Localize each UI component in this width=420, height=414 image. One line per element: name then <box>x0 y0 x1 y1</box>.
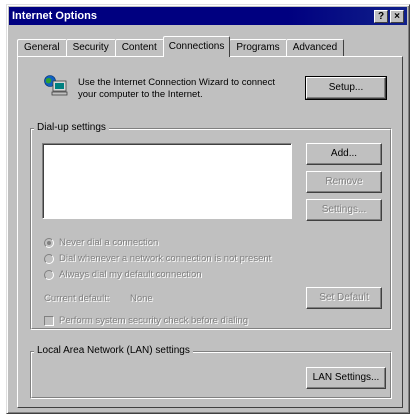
connections-panel: Use the Internet Connection Wizard to co… <box>17 56 403 408</box>
wizard-description: Use the Internet Connection Wizard to co… <box>78 77 275 100</box>
set-default-button-label: Set Default <box>319 292 369 303</box>
radio-dial-when-no-network[interactable]: Dial whenever a network connection is no… <box>44 253 271 264</box>
setup-button[interactable]: Setup... <box>305 76 387 100</box>
radio-dial-when-no-network-label: Dial whenever a network connection is no… <box>59 253 272 264</box>
close-button[interactable]: × <box>390 9 404 23</box>
add-button[interactable]: Add... <box>306 143 382 165</box>
radio-dial-when-no-network-indicator[interactable] <box>44 253 54 264</box>
radio-never-dial-label: Never dial a connection <box>59 237 159 248</box>
radio-always-dial-label: Always dial my default connection <box>59 269 202 280</box>
tab-connections[interactable]: Connections <box>162 36 231 57</box>
settings-button-label: Settings... <box>321 204 367 215</box>
lan-settings-label: Local Area Network (LAN) settings <box>34 345 193 356</box>
dialup-connections-list[interactable] <box>42 143 292 219</box>
lan-settings-button[interactable]: LAN Settings... <box>306 367 386 389</box>
window-title: Internet Options <box>12 10 97 22</box>
lan-settings-button-label: LAN Settings... <box>312 372 380 383</box>
current-default-value: None <box>130 293 153 304</box>
security-check-checkbox[interactable] <box>44 315 54 326</box>
setup-button-label: Setup... <box>328 82 364 93</box>
set-default-button[interactable]: Set Default <box>306 287 382 309</box>
security-check-label: Perform system security check before dia… <box>59 315 249 326</box>
radio-always-dial[interactable]: Always dial my default connection <box>44 269 202 280</box>
connection-wizard-icon <box>44 75 68 96</box>
internet-options-dialog: Internet Options ? × General Security Co… <box>6 4 410 414</box>
tab-programs[interactable]: Programs <box>229 39 287 57</box>
tab-strip: General Security Content Connections Pro… <box>17 35 345 57</box>
radio-never-dial-indicator[interactable] <box>44 237 54 248</box>
remove-button[interactable]: Remove <box>306 171 382 193</box>
settings-button[interactable]: Settings... <box>306 199 382 221</box>
tab-advanced[interactable]: Advanced <box>285 39 345 57</box>
tab-general[interactable]: General <box>17 39 67 57</box>
dialup-settings-label: Dial-up settings <box>34 122 109 133</box>
security-check-checkbox-row[interactable]: Perform system security check before dia… <box>44 315 248 326</box>
remove-button-label: Remove <box>325 176 363 187</box>
radio-never-dial[interactable]: Never dial a connection <box>44 237 158 248</box>
tab-content[interactable]: Content <box>114 39 164 57</box>
tab-security[interactable]: Security <box>65 39 116 57</box>
help-button[interactable]: ? <box>374 9 388 23</box>
title-bar[interactable]: Internet Options ? × <box>9 7 407 25</box>
current-default-label: Current default: <box>44 293 110 304</box>
add-button-label: Add... <box>330 148 358 159</box>
radio-always-dial-indicator[interactable] <box>44 269 54 280</box>
title-buttons: ? × <box>374 9 404 23</box>
